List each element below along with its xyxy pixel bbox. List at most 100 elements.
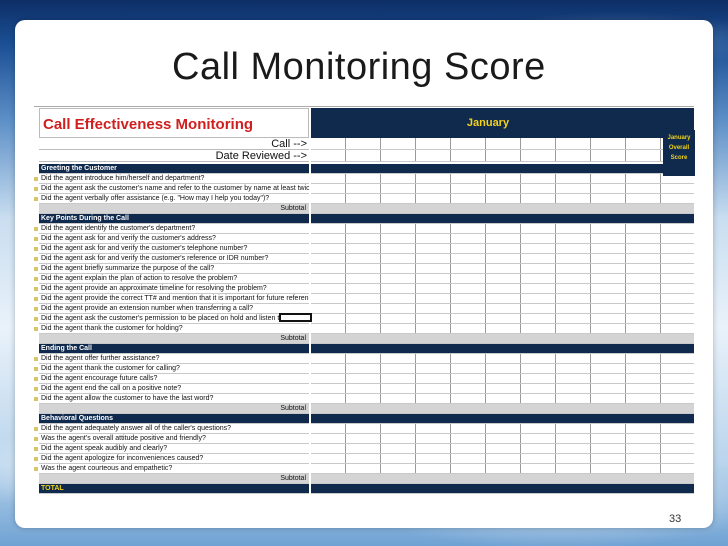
question-row[interactable]: Did the agent offer further assistance? [39, 354, 309, 364]
slide-title: Call Monitoring Score [172, 46, 546, 88]
question-row[interactable]: Did the agent encourage future calls? [39, 374, 309, 384]
subtotal-row-cells[interactable] [311, 204, 694, 214]
section-header[interactable]: Greeting the Customer [39, 164, 309, 174]
row-marker [34, 267, 38, 271]
question-row-cells[interactable] [311, 364, 694, 374]
subtotal-row[interactable]: Subtotal [39, 334, 309, 344]
question-row[interactable]: Did the agent thank the customer for hol… [39, 324, 309, 334]
question-row-cells[interactable] [311, 184, 694, 194]
question-row[interactable]: Did the agent ask the customer's permiss… [39, 314, 309, 324]
row-marker [34, 357, 38, 361]
question-row-cells[interactable] [311, 454, 694, 464]
question-row-cells[interactable] [311, 224, 694, 234]
row-marker [34, 247, 38, 251]
question-row[interactable]: Did the agent thank the customer for cal… [39, 364, 309, 374]
page-number: 33 [669, 513, 682, 525]
question-row-cells[interactable] [311, 394, 694, 404]
section-header-cells[interactable] [311, 214, 694, 224]
row-marker [34, 257, 38, 261]
sheet-title-cell: Call Effectiveness Monitoring [39, 108, 309, 138]
question-row[interactable]: Did the agent speak audibly and clearly? [39, 444, 309, 454]
question-row-cells[interactable] [311, 384, 694, 394]
meta-row-cells[interactable] [311, 138, 694, 150]
subtotal-row-cells[interactable] [311, 334, 694, 344]
question-row[interactable]: Did the agent identify the customer's de… [39, 224, 309, 234]
row-marker [34, 287, 38, 291]
month-label: January [466, 117, 510, 129]
question-row-cells[interactable] [311, 264, 694, 274]
question-row-cells[interactable] [311, 234, 694, 244]
row-marker [34, 377, 38, 381]
row-marker [34, 227, 38, 231]
question-row-cells[interactable] [311, 294, 694, 304]
question-row[interactable]: Did the agent provide the correct TT# an… [39, 294, 309, 304]
overall-label-1: January [667, 135, 691, 141]
question-row[interactable]: Did the agent ask for and verify the cus… [39, 254, 309, 264]
question-row[interactable]: Did the agent ask for and verify the cus… [39, 234, 309, 244]
question-row-cells[interactable] [311, 284, 694, 294]
subtotal-row[interactable]: Subtotal [39, 204, 309, 214]
row-marker [34, 447, 38, 451]
column-header-strip [34, 100, 694, 107]
question-row-cells[interactable] [311, 434, 694, 444]
row-marker [34, 197, 38, 201]
question-row[interactable]: Did the agent explain the plan of action… [39, 274, 309, 284]
sheet-title: Call Effectiveness Monitoring [43, 116, 254, 133]
row-marker [34, 387, 38, 391]
row-markers [34, 108, 38, 504]
subtotal-row-cells[interactable] [311, 404, 694, 414]
meta-row: Date Reviewed --> [39, 150, 309, 162]
overall-label-2: Overall [668, 145, 690, 151]
question-row[interactable]: Was the agent courteous and empathetic? [39, 464, 309, 474]
question-row-cells[interactable] [311, 354, 694, 364]
section-header[interactable]: Behavioral Questions [39, 414, 309, 424]
question-row-cells[interactable] [311, 254, 694, 264]
row-marker [34, 307, 38, 311]
question-row[interactable]: Did the agent adequately answer all of t… [39, 424, 309, 434]
subtotal-row[interactable]: Subtotal [39, 474, 309, 484]
row-marker [34, 367, 38, 371]
question-row[interactable]: Did the agent provide an approximate tim… [39, 284, 309, 294]
section-header[interactable]: Key Points During the Call [39, 214, 309, 224]
meta-row-cells[interactable] [311, 150, 694, 162]
meta-row: Call --> [39, 138, 309, 150]
question-row[interactable]: Did the agent apologize for inconvenienc… [39, 454, 309, 464]
question-row[interactable]: Did the agent ask for and verify the cus… [39, 244, 309, 254]
section-header-cells[interactable] [311, 414, 694, 424]
question-row[interactable]: Did the agent verbally offer assistance … [39, 194, 309, 204]
section-header-cells[interactable] [311, 164, 694, 174]
row-marker [34, 187, 38, 191]
total-row[interactable]: TOTAL [39, 484, 309, 494]
question-row[interactable]: Did the agent ask the customer's name an… [39, 184, 309, 194]
section-header[interactable]: Ending the Call [39, 344, 309, 354]
question-row-cells[interactable] [311, 424, 694, 434]
question-row-cells[interactable] [311, 304, 694, 314]
row-marker [34, 237, 38, 241]
question-row[interactable]: Did the agent briefly summarize the purp… [39, 264, 309, 274]
question-row[interactable]: Was the agent's overall attitude positiv… [39, 434, 309, 444]
question-row-cells[interactable] [311, 374, 694, 384]
row-marker [34, 397, 38, 401]
row-marker [34, 317, 38, 321]
row-marker [34, 457, 38, 461]
question-row-cells[interactable] [311, 444, 694, 454]
question-row-cells[interactable] [311, 274, 694, 284]
selected-cell[interactable] [279, 313, 312, 322]
row-marker [34, 467, 38, 471]
row-marker [34, 277, 38, 281]
subtotal-row-cells[interactable] [311, 474, 694, 484]
subtotal-row[interactable]: Subtotal [39, 404, 309, 414]
question-row[interactable]: Did the agent end the call on a positive… [39, 384, 309, 394]
question-row-cells[interactable] [311, 324, 694, 334]
row-marker [34, 177, 38, 181]
section-header-cells[interactable] [311, 344, 694, 354]
total-row-cells[interactable] [311, 484, 694, 494]
question-row-cells[interactable] [311, 314, 694, 324]
question-row-cells[interactable] [311, 194, 694, 204]
question-row-cells[interactable] [311, 464, 694, 474]
question-row-cells[interactable] [311, 174, 694, 184]
question-row[interactable]: Did the agent provide an extension numbe… [39, 304, 309, 314]
question-row[interactable]: Did the agent introduce him/herself and … [39, 174, 309, 184]
question-row[interactable]: Did the agent allow the customer to have… [39, 394, 309, 404]
question-row-cells[interactable] [311, 244, 694, 254]
